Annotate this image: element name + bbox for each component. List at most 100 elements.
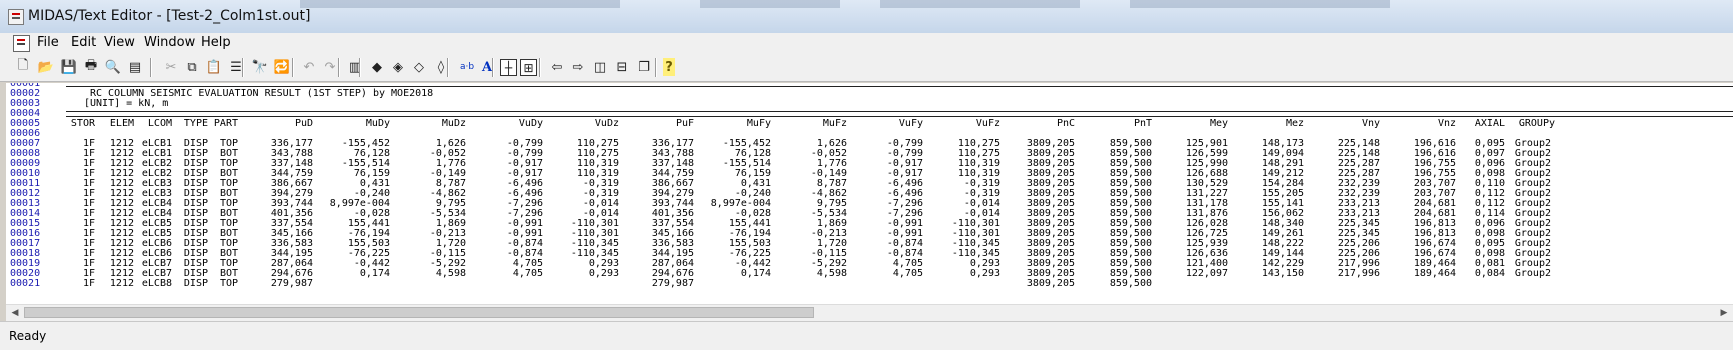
help-icon[interactable]: ? <box>663 58 675 76</box>
toolbar-separator <box>150 58 152 77</box>
bookmark-next-icon[interactable]: ◈ <box>389 58 407 76</box>
horizontal-scrollbar[interactable]: ◀ ▶ <box>6 304 1733 321</box>
background-window-strip <box>700 0 840 8</box>
result-cell: DISP <box>183 278 208 289</box>
window-prev-icon[interactable]: ⇦ <box>548 58 566 76</box>
menu-file[interactable]: File <box>37 35 59 50</box>
column-mode-icon[interactable]: ▥ <box>346 58 364 76</box>
result-cell: 279,987 <box>270 278 313 289</box>
result-cell: 0,293 <box>588 268 619 279</box>
column-header: PuD <box>294 118 313 129</box>
column-header: PnC <box>1056 118 1075 129</box>
scroll-thumb[interactable] <box>24 307 814 318</box>
result-cell: 859,500 <box>1109 278 1152 289</box>
toolbar-separator <box>539 58 541 77</box>
title-bar: MIDAS/Text Editor - [Test-2_Colm1st.out] <box>0 0 1733 33</box>
tile-horizontal-icon[interactable]: ⊟ <box>613 58 631 76</box>
result-cell: 122,097 <box>1185 268 1228 279</box>
result-cell: 279,987 <box>651 278 694 289</box>
result-cell: 4,598 <box>435 268 466 279</box>
find-icon[interactable]: 🔭 <box>251 58 269 76</box>
column-header: VuFy <box>898 118 923 129</box>
menu-bar: File Edit View Window Help <box>0 33 1733 55</box>
toolbar-separator <box>338 58 340 77</box>
result-cell: 4,705 <box>512 268 543 279</box>
background-window-strip <box>1130 0 1390 8</box>
window-title: MIDAS/Text Editor - [Test-2_Colm1st.out] <box>28 8 311 24</box>
background-window-strip <box>880 0 1080 8</box>
redo-icon[interactable]: ↷ <box>321 58 339 76</box>
result-cell: 0,084 <box>1474 268 1505 279</box>
document-icon[interactable] <box>13 35 30 52</box>
toolbar-separator <box>447 58 449 77</box>
save-icon[interactable]: 💾 <box>60 58 78 76</box>
paste-icon[interactable]: 📋 <box>205 58 223 76</box>
editor[interactable]: 00001 00002 00003 00004 00005 00006 00007 00008… <box>6 83 1733 304</box>
print-preview-icon[interactable]: 🔍 <box>104 58 122 76</box>
column-header: PART <box>213 118 238 129</box>
menu-view[interactable]: View <box>104 35 135 50</box>
toolbar-separator <box>492 58 494 77</box>
toolbar-separator <box>359 58 361 77</box>
column-header: MuDz <box>441 118 466 129</box>
print-icon[interactable]: 🖶 <box>82 58 100 76</box>
undo-icon[interactable]: ↶ <box>300 58 318 76</box>
column-header: Mey <box>1209 118 1228 129</box>
menu-help[interactable]: Help <box>201 35 231 50</box>
status-text: Ready <box>9 329 47 343</box>
status-bar: Ready <box>0 321 1733 350</box>
new-file-icon[interactable]: 🗋 <box>14 58 32 76</box>
toolbar-separator <box>655 58 657 77</box>
scroll-left-icon[interactable]: ◀ <box>8 307 22 319</box>
word-wrap-icon[interactable]: a·b <box>456 58 478 76</box>
bookmark-prev-icon[interactable]: ◇ <box>410 58 428 76</box>
result-cell: 3809,205 <box>1026 278 1075 289</box>
toolbar-separator <box>292 58 294 77</box>
app-icon <box>8 9 24 25</box>
result-cell: 0,293 <box>969 268 1000 279</box>
column-header: PnT <box>1133 118 1152 129</box>
result-cell: 1F <box>82 278 95 289</box>
menu-window[interactable]: Window <box>144 35 195 50</box>
column-header: Vnz <box>1437 118 1456 129</box>
cascade-icon[interactable]: ❐ <box>635 58 653 76</box>
result-cell: 4,705 <box>892 268 923 279</box>
column-header: MuFz <box>822 118 847 129</box>
window-next-icon[interactable]: ⇨ <box>569 58 587 76</box>
menu-edit[interactable]: Edit <box>71 35 96 50</box>
scroll-right-icon[interactable]: ▶ <box>1717 307 1731 319</box>
column-header: VuDy <box>518 118 543 129</box>
page-setup-icon[interactable]: ▤ <box>126 58 144 76</box>
unit-line: [UNIT] = kN, m <box>84 98 169 109</box>
fit-icon[interactable]: ⊞ <box>520 59 537 76</box>
column-header: Mez <box>1285 118 1304 129</box>
text-area[interactable]: RC COLUMN SEISMIC EVALUATION RESULT (1ST… <box>66 83 1733 304</box>
bookmark-toggle-icon[interactable]: ◆ <box>368 58 386 76</box>
background-window-strip <box>300 0 620 8</box>
column-header: Vny <box>1361 118 1380 129</box>
column-header: GROUPy <box>1518 118 1555 129</box>
cut-icon[interactable]: ✂ <box>162 58 180 76</box>
double-rule <box>66 83 1733 87</box>
column-header: TYPE <box>183 118 208 129</box>
replace-icon[interactable]: 🔁 <box>273 58 291 76</box>
result-cell: TOP <box>219 278 238 289</box>
column-header: ELEM <box>109 118 134 129</box>
line-number: 00021 <box>10 278 41 289</box>
toolbar-separator <box>242 58 244 77</box>
result-cell: Group2 <box>1514 268 1551 279</box>
column-header: AXIAL <box>1474 118 1505 129</box>
column-header: STOR <box>70 118 95 129</box>
result-cell: 189,464 <box>1413 268 1456 279</box>
crosshair-icon[interactable]: ┼ <box>500 59 517 76</box>
column-header: MuFy <box>746 118 771 129</box>
result-cell: eLCB8 <box>141 278 172 289</box>
tile-vertical-icon[interactable]: ◫ <box>591 58 609 76</box>
column-header: MuDy <box>365 118 390 129</box>
column-header: LCOM <box>147 118 172 129</box>
result-cell: 0,174 <box>740 268 771 279</box>
open-folder-icon[interactable]: 📂 <box>37 58 55 76</box>
copy-icon[interactable]: ⧉ <box>183 58 201 76</box>
column-header: VuFz <box>975 118 1000 129</box>
result-cell: 143,150 <box>1261 268 1304 279</box>
